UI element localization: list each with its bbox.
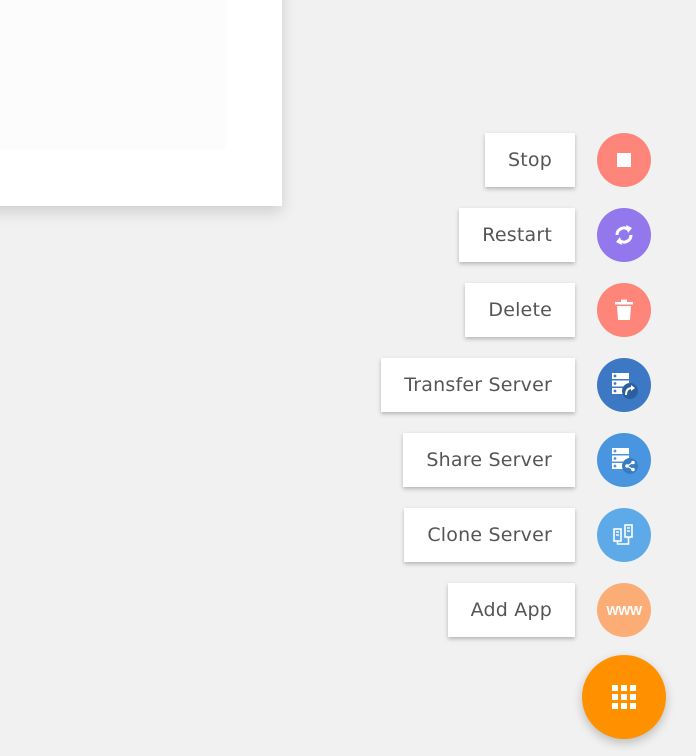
add-app-label[interactable]: Add App — [447, 583, 575, 637]
delete-button[interactable] — [597, 283, 651, 337]
refresh-icon — [615, 225, 633, 245]
trash-icon — [615, 299, 633, 320]
restart-button[interactable] — [597, 208, 651, 262]
speed-dial-item-restart[interactable]: Restart — [459, 208, 651, 262]
speed-dial-item-add-app[interactable]: Add App WWW — [447, 583, 651, 637]
add-app-button[interactable]: WWW — [597, 583, 651, 637]
speed-dial-item-delete[interactable]: Delete — [465, 283, 651, 337]
transfer-server-button[interactable] — [597, 358, 651, 412]
share-server-label[interactable]: Share Server — [403, 433, 575, 487]
speed-dial-item-share-server[interactable]: Share Server — [403, 433, 651, 487]
speed-dial-toggle-button[interactable] — [582, 655, 666, 739]
server-share-icon — [612, 448, 638, 474]
grid-icon — [612, 685, 636, 709]
share-server-button[interactable] — [597, 433, 651, 487]
www-icon: WWW — [606, 602, 642, 618]
delete-label[interactable]: Delete — [465, 283, 575, 337]
stop-icon — [617, 153, 631, 167]
server-clone-icon — [613, 524, 633, 545]
server-transfer-icon — [612, 373, 638, 399]
speed-dial-item-stop[interactable]: Stop — [485, 133, 651, 187]
speed-dial-item-clone-server[interactable]: Clone Server — [404, 508, 651, 562]
stop-button[interactable] — [597, 133, 651, 187]
clone-server-label[interactable]: Clone Server — [404, 508, 575, 562]
stop-label[interactable]: Stop — [485, 133, 575, 187]
transfer-server-label[interactable]: Transfer Server — [381, 358, 575, 412]
background-card — [0, 0, 282, 206]
card-content-area — [0, 0, 226, 150]
clone-server-button[interactable] — [597, 508, 651, 562]
speed-dial-item-transfer-server[interactable]: Transfer Server — [381, 358, 651, 412]
restart-label[interactable]: Restart — [459, 208, 575, 262]
